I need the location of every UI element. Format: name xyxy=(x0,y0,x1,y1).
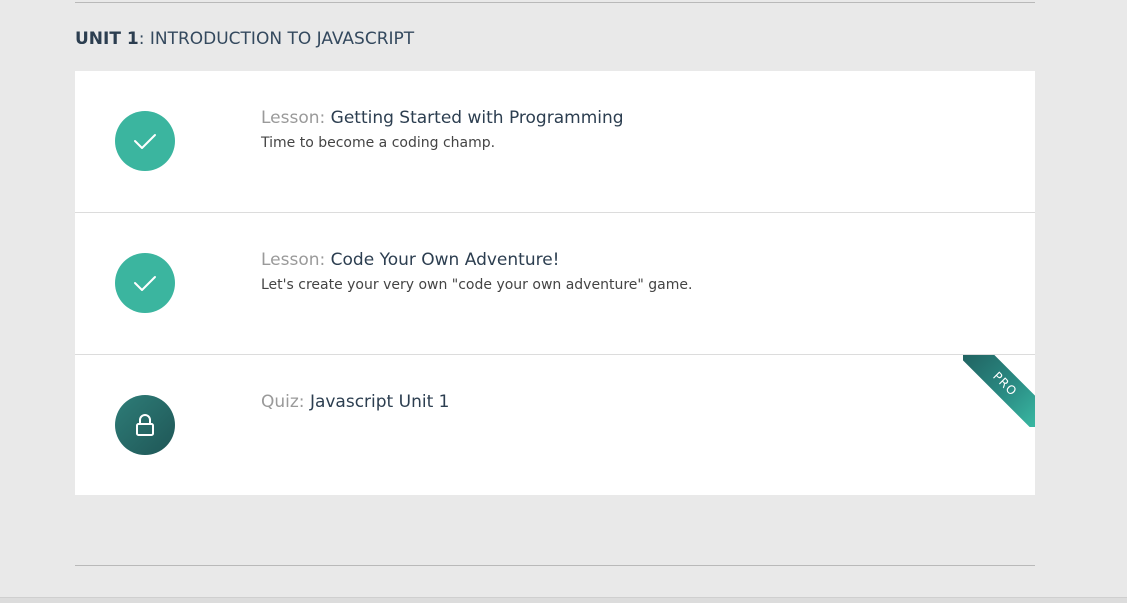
course-page: UNIT 1: INTRODUCTION TO JAVASCRIPT Lesso… xyxy=(0,0,1127,603)
checkmark-icon xyxy=(134,276,156,291)
lesson-list: Lesson: Getting Started with Programming… xyxy=(75,71,1035,495)
completed-status-badge xyxy=(115,111,175,171)
lesson-text: Lesson: Code Your Own Adventure! Let's c… xyxy=(261,250,692,293)
lesson-item[interactable]: Lesson: Code Your Own Adventure! Let's c… xyxy=(75,213,1035,355)
lesson-type-label: Lesson: xyxy=(261,108,326,128)
lesson-title[interactable]: Lesson: Code Your Own Adventure! xyxy=(261,250,692,270)
unit-heading: UNIT 1: INTRODUCTION TO JAVASCRIPT xyxy=(75,29,414,49)
locked-status-badge xyxy=(115,395,175,455)
quiz-text: Quiz: Javascript Unit 1 xyxy=(261,392,449,412)
bottom-scroll-strip xyxy=(0,597,1127,603)
pro-ribbon: PRO xyxy=(963,355,1035,427)
quiz-title-text: Javascript Unit 1 xyxy=(309,392,450,412)
pro-badge: PRO xyxy=(963,355,1035,427)
lesson-text: Lesson: Getting Started with Programming… xyxy=(261,108,624,151)
unit-name: : INTRODUCTION TO JAVASCRIPT xyxy=(138,29,415,49)
quiz-title[interactable]: Quiz: Javascript Unit 1 xyxy=(261,392,449,412)
lesson-description: Let's create your very own "code your ow… xyxy=(261,277,693,293)
quiz-item[interactable]: Quiz: Javascript Unit 1 PRO xyxy=(75,355,1035,495)
lesson-description: Time to become a coding champ. xyxy=(261,135,496,151)
quiz-type-label: Quiz: xyxy=(261,392,305,412)
lesson-type-label: Lesson: xyxy=(261,250,326,270)
lesson-title-text: Code Your Own Adventure! xyxy=(330,250,560,270)
lesson-title[interactable]: Lesson: Getting Started with Programming xyxy=(261,108,624,128)
unit-number: UNIT 1 xyxy=(75,29,139,49)
lesson-item[interactable]: Lesson: Getting Started with Programming… xyxy=(75,71,1035,213)
lock-icon xyxy=(136,414,154,436)
completed-status-badge xyxy=(115,253,175,313)
lesson-title-text: Getting Started with Programming xyxy=(330,108,624,128)
checkmark-icon xyxy=(134,134,156,149)
top-divider xyxy=(75,2,1035,3)
bottom-divider xyxy=(75,565,1035,566)
